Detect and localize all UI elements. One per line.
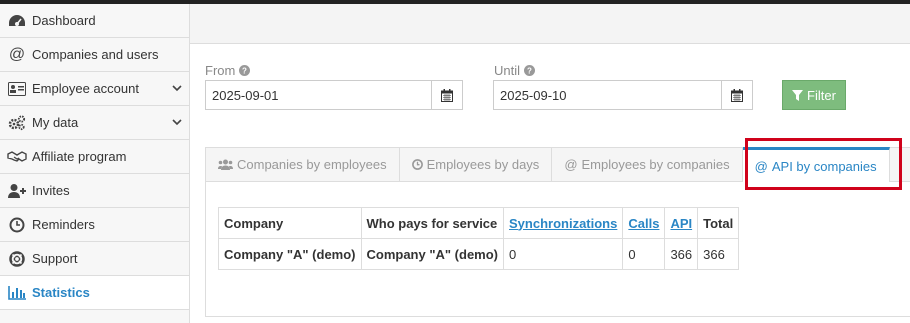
tab-companies-by-employees[interactable]: Companies by employees: [206, 148, 400, 181]
sidebar-item-label: Companies and users: [32, 47, 159, 62]
sidebar-item-dashboard[interactable]: Dashboard: [0, 4, 189, 38]
sidebar-item-invites[interactable]: Invites: [0, 174, 189, 208]
sidebar-item-label: Support: [32, 251, 78, 266]
cell-synchronizations: 0: [502, 238, 624, 270]
sidebar-item-companies-and-users[interactable]: @ Companies and users: [0, 38, 189, 72]
sidebar-item-support[interactable]: Support: [0, 242, 189, 276]
users-icon: [218, 159, 233, 170]
column-header-synchronizations: Synchronizations: [502, 207, 624, 239]
cell-total: 366: [697, 238, 740, 270]
column-header-company: Company: [218, 207, 362, 239]
clock-icon: [411, 159, 423, 170]
from-label: From ?: [205, 63, 251, 78]
dashboard-icon: [7, 12, 27, 30]
filter-button[interactable]: Filter: [782, 80, 846, 110]
until-label-text: Until: [494, 63, 521, 78]
tab-employees-by-companies[interactable]: @ Employees by companies: [552, 148, 743, 181]
at-icon: @: [564, 157, 578, 172]
tab-label: Employees by days: [426, 157, 540, 172]
gears-icon: [7, 114, 27, 132]
svg-text:?: ?: [242, 67, 247, 76]
at-icon: @: [8, 45, 26, 63]
until-calendar-button[interactable]: [721, 80, 753, 110]
sidebar-item-label: Dashboard: [32, 13, 96, 28]
help-icon[interactable]: ?: [524, 65, 536, 76]
cell-company: Company "A" (demo): [218, 238, 362, 270]
from-label-text: From: [205, 63, 236, 78]
sidebar-item-my-data[interactable]: My data: [0, 106, 189, 140]
tab-employees-by-days[interactable]: Employees by days: [400, 148, 553, 181]
tab-label: API by companies: [771, 158, 877, 174]
cell-api: 366: [664, 238, 699, 270]
sidebar-item-affiliate-program[interactable]: Affiliate program: [0, 140, 189, 174]
api-by-companies-table: Company Who pays for service Synchroniza…: [218, 207, 740, 270]
sidebar-item-label: Affiliate program: [32, 149, 127, 164]
sort-calls-link[interactable]: Calls: [628, 216, 659, 231]
tab-label: Employees by companies: [581, 157, 730, 172]
tab-api-by-companies[interactable]: @ API by companies: [742, 147, 890, 182]
sort-api-link[interactable]: API: [670, 216, 692, 231]
column-header-calls: Calls: [622, 207, 666, 239]
bar-chart-icon: [7, 284, 27, 302]
column-header-api: API: [664, 207, 699, 239]
from-date-input[interactable]: [205, 80, 431, 110]
tab-label: Companies by employees: [237, 157, 387, 172]
until-label: Until ?: [494, 63, 536, 78]
cell-who-pays: Company "A" (demo): [360, 238, 504, 270]
user-plus-icon: [7, 182, 27, 200]
tabs-row: Companies by employees Employees by days…: [206, 147, 910, 182]
clock-icon: [7, 216, 27, 234]
help-icon[interactable]: ?: [239, 65, 251, 76]
sidebar: Dashboard @ Companies and users Employee…: [0, 4, 190, 323]
id-card-icon: [7, 80, 27, 98]
calendar-icon: [731, 88, 743, 102]
at-icon: @: [754, 158, 768, 174]
funnel-icon: [792, 89, 804, 101]
chevron-down-icon[interactable]: [172, 117, 182, 127]
sidebar-item-label: Statistics: [32, 285, 90, 300]
calendar-icon: [441, 88, 453, 102]
filter-button-label: Filter: [807, 87, 836, 103]
main-content: From ? Until ? Filter Companies by emplo…: [190, 4, 910, 323]
handshake-icon: [7, 148, 27, 166]
column-header-total: Total: [697, 207, 740, 239]
table-header-row: Company Who pays for service Synchroniza…: [218, 207, 740, 239]
svg-text:?: ?: [527, 67, 532, 76]
sidebar-item-statistics[interactable]: Statistics: [0, 276, 189, 310]
chevron-down-icon[interactable]: [172, 83, 182, 93]
cell-calls: 0: [622, 238, 666, 270]
from-date-group: [205, 80, 463, 110]
from-calendar-button[interactable]: [431, 80, 463, 110]
main-header: [190, 4, 910, 44]
sidebar-item-reminders[interactable]: Reminders: [0, 208, 189, 242]
sort-synchronizations-link[interactable]: Synchronizations: [509, 216, 617, 231]
until-date-group: [493, 80, 753, 110]
until-date-input[interactable]: [493, 80, 721, 110]
sidebar-item-label: Employee account: [32, 81, 139, 96]
sidebar-item-employee-account[interactable]: Employee account: [0, 72, 189, 106]
column-header-who-pays: Who pays for service: [360, 207, 504, 239]
life-ring-icon: [7, 250, 27, 268]
sidebar-item-label: My data: [32, 115, 79, 130]
sidebar-item-label: Reminders: [32, 217, 95, 232]
table-row: Company "A" (demo) Company "A" (demo) 0 …: [218, 238, 740, 270]
sidebar-item-label: Invites: [32, 183, 70, 198]
